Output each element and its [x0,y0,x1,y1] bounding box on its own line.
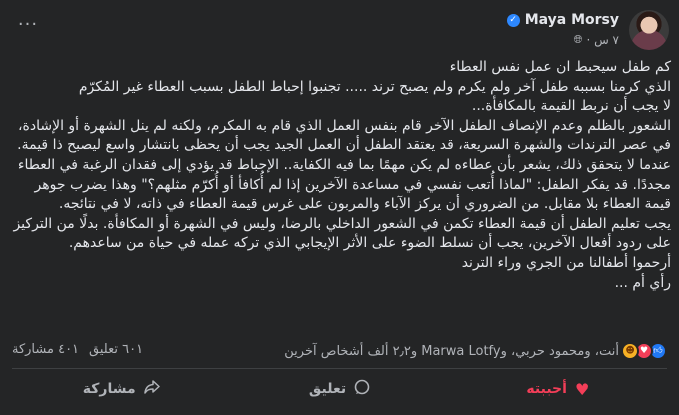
post-line: يجب تعليم الطفل أن قيمة العطاء تكمن في ا… [13,215,671,252]
globe-icon: 🌐︎ [573,33,583,46]
share-icon [143,379,160,399]
comment-icon [354,379,370,399]
comments-count[interactable]: ٦٠١ تعليق [89,342,143,357]
comment-label: تعليق [308,381,347,397]
author-name-row: Maya Morsy ✓ [506,12,619,28]
post-line: الشعور بالظلم وعدم الإنصاف الطفل الآخر ق… [17,117,671,213]
post-line: رأي أم ... [614,274,671,291]
engagement-counts: ٦٠١ تعليق ٤٠١ مشاركة [12,342,143,357]
post-line: الذي كرمنا بسببه طفل آخر ولم يكرم ولم يص… [78,78,671,95]
shares-count[interactable]: ٤٠١ مشاركة [12,342,79,357]
reactions-summary[interactable]: 👍︎ ♥ ☻ أنت، ومحمود حربي، وMarwa Lotfy و٢… [284,342,667,360]
comment-button[interactable]: تعليق [230,372,448,406]
post-header: Maya Morsy ✓ ٧ س · 🌐︎ ··· [10,8,669,52]
post-body: كم طفل سيحبط ان عمل نفس العطاء الذي كرمن… [6,58,671,293]
author-name[interactable]: Maya Morsy [525,12,619,28]
post-line: أرحموا أطفالنا من الجري وراء الترند [461,254,671,271]
post-time[interactable]: ٧ س · [586,33,619,47]
heart-icon: ♥ [574,379,590,399]
like-button[interactable]: ♥ أحببته [449,372,667,406]
share-label: مشاركة [82,381,136,397]
post-line: لا يجب أن نربط القيمة بالمكافأة... [471,98,671,115]
post-line: كم طفل سيحبط ان عمل نفس العطاء [449,59,671,75]
more-icon[interactable]: ··· [14,16,42,38]
author-avatar[interactable] [629,10,669,50]
post-meta: ٧ س · 🌐︎ [574,33,619,47]
post-stats: 👍︎ ♥ ☻ أنت، ومحمود حربي، وMarwa Lotfy و٢… [12,340,667,362]
post-card: Maya Morsy ✓ ٧ س · 🌐︎ ··· كم طفل سيحبط ا… [0,0,679,415]
reactions-text[interactable]: أنت، ومحمود حربي، وMarwa Lotfy و٢٫٢ ألف … [284,344,619,359]
care-reaction-icon: ☻ [621,342,639,360]
like-label: أحببته [526,381,567,397]
verified-icon: ✓ [506,13,520,27]
divider [12,368,667,369]
share-button[interactable]: مشاركة [12,372,230,406]
action-bar: ♥ أحببته تعليق مشاركة [12,372,667,406]
